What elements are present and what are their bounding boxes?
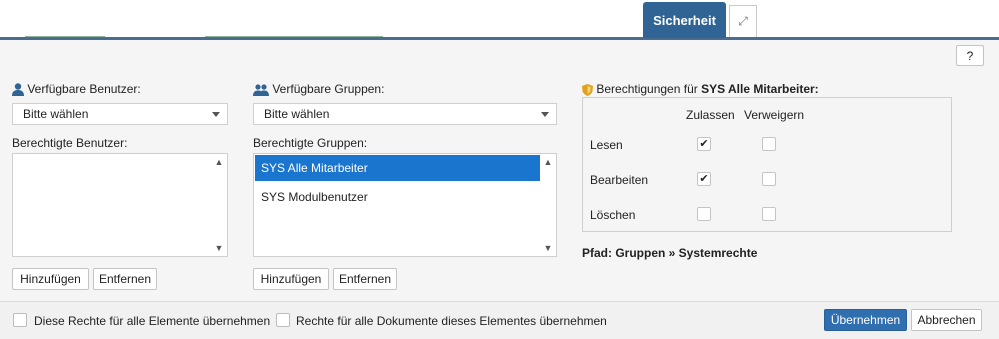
remove-user-button[interactable]: Entfernen (93, 268, 157, 290)
allow-edit-checkbox[interactable]: ✔ (697, 172, 711, 186)
checkmark-icon: ✔ (699, 172, 709, 185)
chevron-down-icon (212, 112, 220, 117)
apply-button[interactable]: Übernehmen (824, 309, 907, 331)
available-groups-label: Verfügbare Gruppen: (272, 82, 385, 96)
tab-bar (0, 0, 999, 38)
available-groups-heading: Verfügbare Gruppen: (253, 82, 384, 96)
cancel-button[interactable]: Abbrechen (911, 309, 982, 331)
available-users-select-value: Bitte wählen (23, 107, 89, 121)
allow-delete-checkbox[interactable] (697, 207, 711, 221)
column-header-allow: Zulassen (686, 108, 735, 122)
permission-row-label: Bearbeiten (590, 173, 649, 187)
scroll-up-icon[interactable]: ▲ (214, 157, 224, 167)
deny-read-checkbox[interactable] (762, 137, 776, 151)
available-groups-select-value: Bitte wählen (264, 107, 330, 121)
permissions-path: Pfad: Gruppen » Systemrechte (582, 246, 758, 260)
deny-edit-checkbox[interactable] (762, 172, 776, 186)
help-button[interactable]: ? (956, 45, 984, 66)
tab-sicherheit[interactable]: Sicherheit (643, 2, 726, 38)
permissions-heading: Berechtigungen für SYS Alle Mitarbeiter: (582, 82, 819, 96)
shield-icon (582, 83, 593, 96)
available-users-select[interactable]: Bitte wählen (12, 103, 228, 125)
apply-all-elements-checkbox[interactable] (13, 313, 27, 327)
apply-all-elements-label[interactable]: Diese Rechte für alle Elemente übernehme… (34, 314, 270, 328)
apply-all-documents-label[interactable]: Rechte für alle Dokumente dieses Element… (296, 314, 607, 328)
authorized-groups-list[interactable]: SYS Alle Mitarbeiter SYS Modulbenutzer ▲… (253, 153, 557, 257)
column-header-deny: Verweigern (744, 108, 805, 122)
remove-group-button[interactable]: Entfernen (333, 268, 397, 290)
authorized-groups-label: Berechtigte Gruppen: (253, 136, 368, 150)
permissions-title-subject: SYS Alle Mitarbeiter: (701, 82, 819, 96)
group-icon (253, 84, 269, 96)
expand-tab-button[interactable]: ⤢ (729, 5, 757, 37)
add-user-button[interactable]: Hinzufügen (12, 268, 89, 290)
apply-all-documents-checkbox[interactable] (276, 313, 290, 327)
deny-delete-checkbox[interactable] (762, 207, 776, 221)
available-users-label: Verfügbare Benutzer: (27, 82, 141, 96)
scroll-up-icon[interactable]: ▲ (543, 157, 553, 167)
checkmark-icon: ✔ (699, 137, 709, 150)
scroll-down-icon[interactable]: ▼ (214, 243, 224, 253)
allow-read-checkbox[interactable]: ✔ (697, 137, 711, 151)
list-item[interactable]: SYS Alle Mitarbeiter (255, 155, 540, 181)
permission-row-label: Löschen (590, 208, 636, 222)
authorized-users-label: Berechtigte Benutzer: (12, 136, 128, 150)
list-item[interactable]: SYS Modulbenutzer (255, 184, 540, 210)
permission-row-label: Lesen (590, 138, 623, 152)
available-users-heading: Verfügbare Benutzer: (12, 82, 141, 97)
add-group-button[interactable]: Hinzufügen (253, 268, 329, 290)
user-icon (12, 83, 24, 97)
available-groups-select[interactable]: Bitte wählen (253, 103, 557, 125)
expand-arrows-icon: ⤢ (738, 14, 748, 28)
scroll-down-icon[interactable]: ▼ (543, 243, 553, 253)
permissions-title-prefix: Berechtigungen für (596, 82, 702, 96)
authorized-users-list[interactable]: ▲ ▼ (12, 153, 228, 257)
chevron-down-icon (541, 112, 549, 117)
